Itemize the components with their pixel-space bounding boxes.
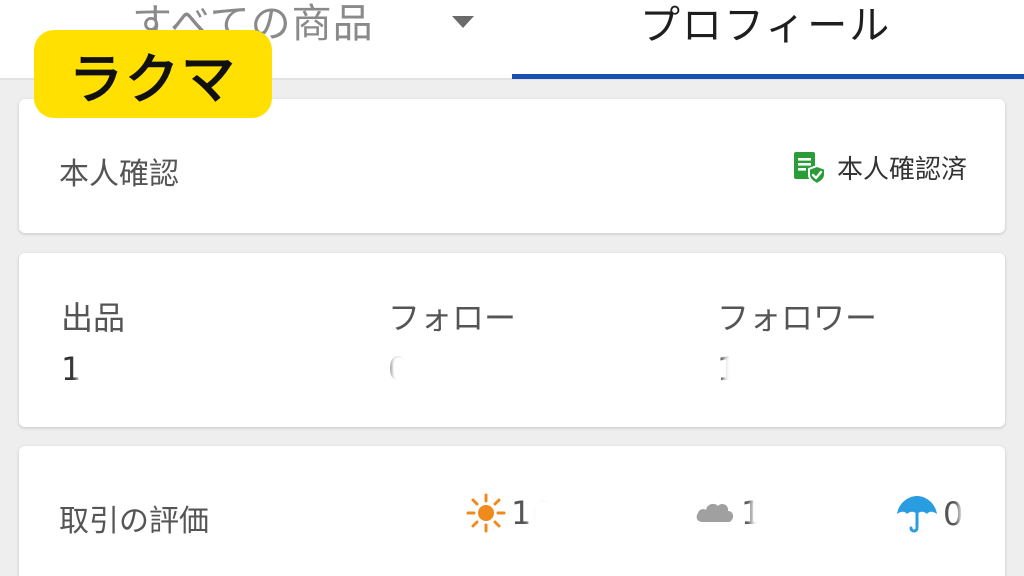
- rating-label: 取引の評価: [59, 504, 209, 539]
- stat-following[interactable]: フォロー 0: [388, 253, 718, 427]
- active-tab-indicator: [512, 74, 1024, 79]
- rating-good: 16: [465, 492, 559, 534]
- redaction-blur: [529, 496, 559, 532]
- cloud-icon: [696, 503, 734, 522]
- redaction-blur: [390, 353, 416, 389]
- profile-screen: すべての商品 プロフィール ラクマ 本人確認 本人確認済 出品 1 フォロー フ…: [0, 0, 1024, 576]
- verified-document-icon: [793, 151, 826, 185]
- umbrella-icon: [897, 496, 937, 533]
- verification-label: 本人確認: [59, 157, 179, 192]
- tab-profile[interactable]: プロフィール: [512, 0, 1024, 78]
- tab-profile-label: プロフィール: [640, 3, 892, 49]
- rakuma-logo: ラクマ: [34, 30, 272, 118]
- stat-listings-label: 出品: [61, 299, 126, 337]
- rating-card[interactable]: 取引の評価 16 1: [19, 446, 1005, 576]
- dropdown-caret-icon[interactable]: [452, 16, 474, 28]
- redaction-blur: [77, 353, 123, 389]
- stat-listings[interactable]: 出品 1: [61, 253, 391, 427]
- stats-card: 出品 1 フォロー 0 フォロワー 1: [19, 253, 1005, 427]
- redaction-blur: [959, 496, 985, 532]
- redaction-blur: [751, 496, 775, 532]
- verification-card: 本人確認 本人確認済: [19, 99, 1005, 233]
- sun-icon: [466, 493, 506, 533]
- redaction-blur: [723, 353, 747, 389]
- rating-bad: 0: [895, 492, 985, 536]
- stat-following-label: フォロー: [388, 299, 517, 337]
- logo-text: ラクマ: [69, 47, 237, 111]
- rating-normal: 1: [693, 492, 775, 534]
- stat-followers[interactable]: フォロワー 1: [717, 253, 1024, 427]
- stat-followers-label: フォロワー: [717, 299, 878, 337]
- verification-status: 本人確認済: [791, 149, 967, 186]
- verification-status-text: 本人確認済: [836, 155, 967, 185]
